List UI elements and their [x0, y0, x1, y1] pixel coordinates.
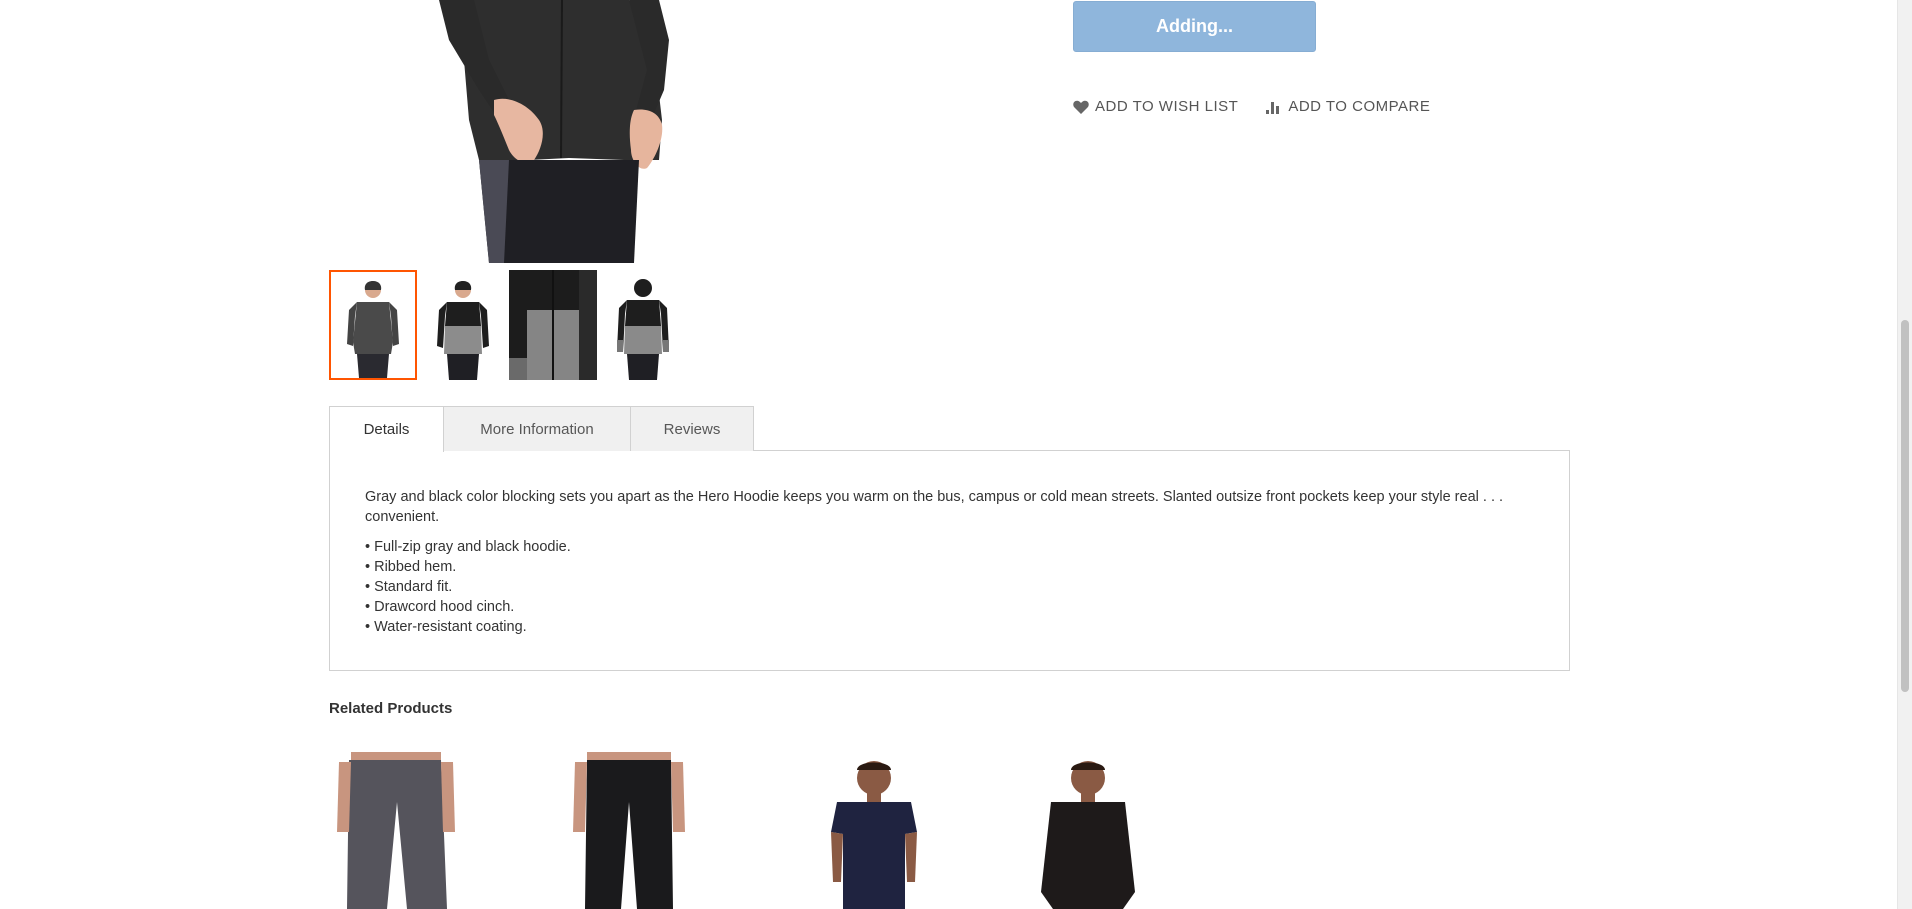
related-product-4[interactable]: [983, 752, 1201, 909]
related-product-3[interactable]: [765, 752, 983, 909]
feature-list: • Full-zip gray and black hoodie. • Ribb…: [365, 537, 1534, 637]
thumbnail-1[interactable]: [329, 270, 417, 380]
add-to-wishlist-link[interactable]: ADD TO WISH LIST: [1073, 98, 1238, 115]
tab-more-information[interactable]: More Information: [443, 406, 631, 451]
gallery-thumbnails: [329, 270, 689, 380]
thumbnail-2[interactable]: [419, 270, 507, 380]
thumbnail-4[interactable]: [599, 270, 687, 380]
bar-chart-icon: [1266, 100, 1282, 114]
tab-reviews[interactable]: Reviews: [630, 406, 754, 451]
feature-item: • Water-resistant coating.: [365, 619, 527, 635]
related-products-title: Related Products: [329, 700, 453, 717]
related-product-1[interactable]: [329, 752, 547, 909]
related-product-2[interactable]: [547, 752, 765, 909]
feature-item: • Standard fit.: [365, 579, 453, 595]
product-page: Adding... ADD TO WISH LIST ADD TO COMPAR…: [0, 0, 1912, 909]
tab-list: Details More Information Reviews: [329, 406, 1570, 452]
heart-icon: [1073, 100, 1089, 114]
thumbnail-3[interactable]: [509, 270, 597, 380]
add-to-compare-link[interactable]: ADD TO COMPARE: [1266, 98, 1430, 115]
add-to-cart-button[interactable]: Adding...: [1073, 1, 1316, 52]
page-scrollbar[interactable]: [1897, 0, 1912, 909]
wishlist-label: ADD TO WISH LIST: [1095, 98, 1239, 115]
feature-item: • Ribbed hem.: [365, 559, 457, 575]
scrollbar-thumb[interactable]: [1901, 320, 1909, 692]
main-product-image[interactable]: [329, 0, 1069, 263]
feature-item: • Drawcord hood cinch.: [365, 599, 515, 615]
product-actions: ADD TO WISH LIST ADD TO COMPARE: [1073, 98, 1430, 115]
compare-label: ADD TO COMPARE: [1288, 98, 1431, 115]
details-panel: Gray and black color blocking sets you a…: [329, 450, 1570, 671]
product-description: Gray and black color blocking sets you a…: [365, 489, 1504, 525]
product-info-tabs: Details More Information Reviews Gray an…: [329, 406, 1570, 671]
feature-item: • Full-zip gray and black hoodie.: [365, 539, 571, 555]
related-products-list: [329, 752, 1201, 909]
tab-details[interactable]: Details: [329, 406, 444, 452]
